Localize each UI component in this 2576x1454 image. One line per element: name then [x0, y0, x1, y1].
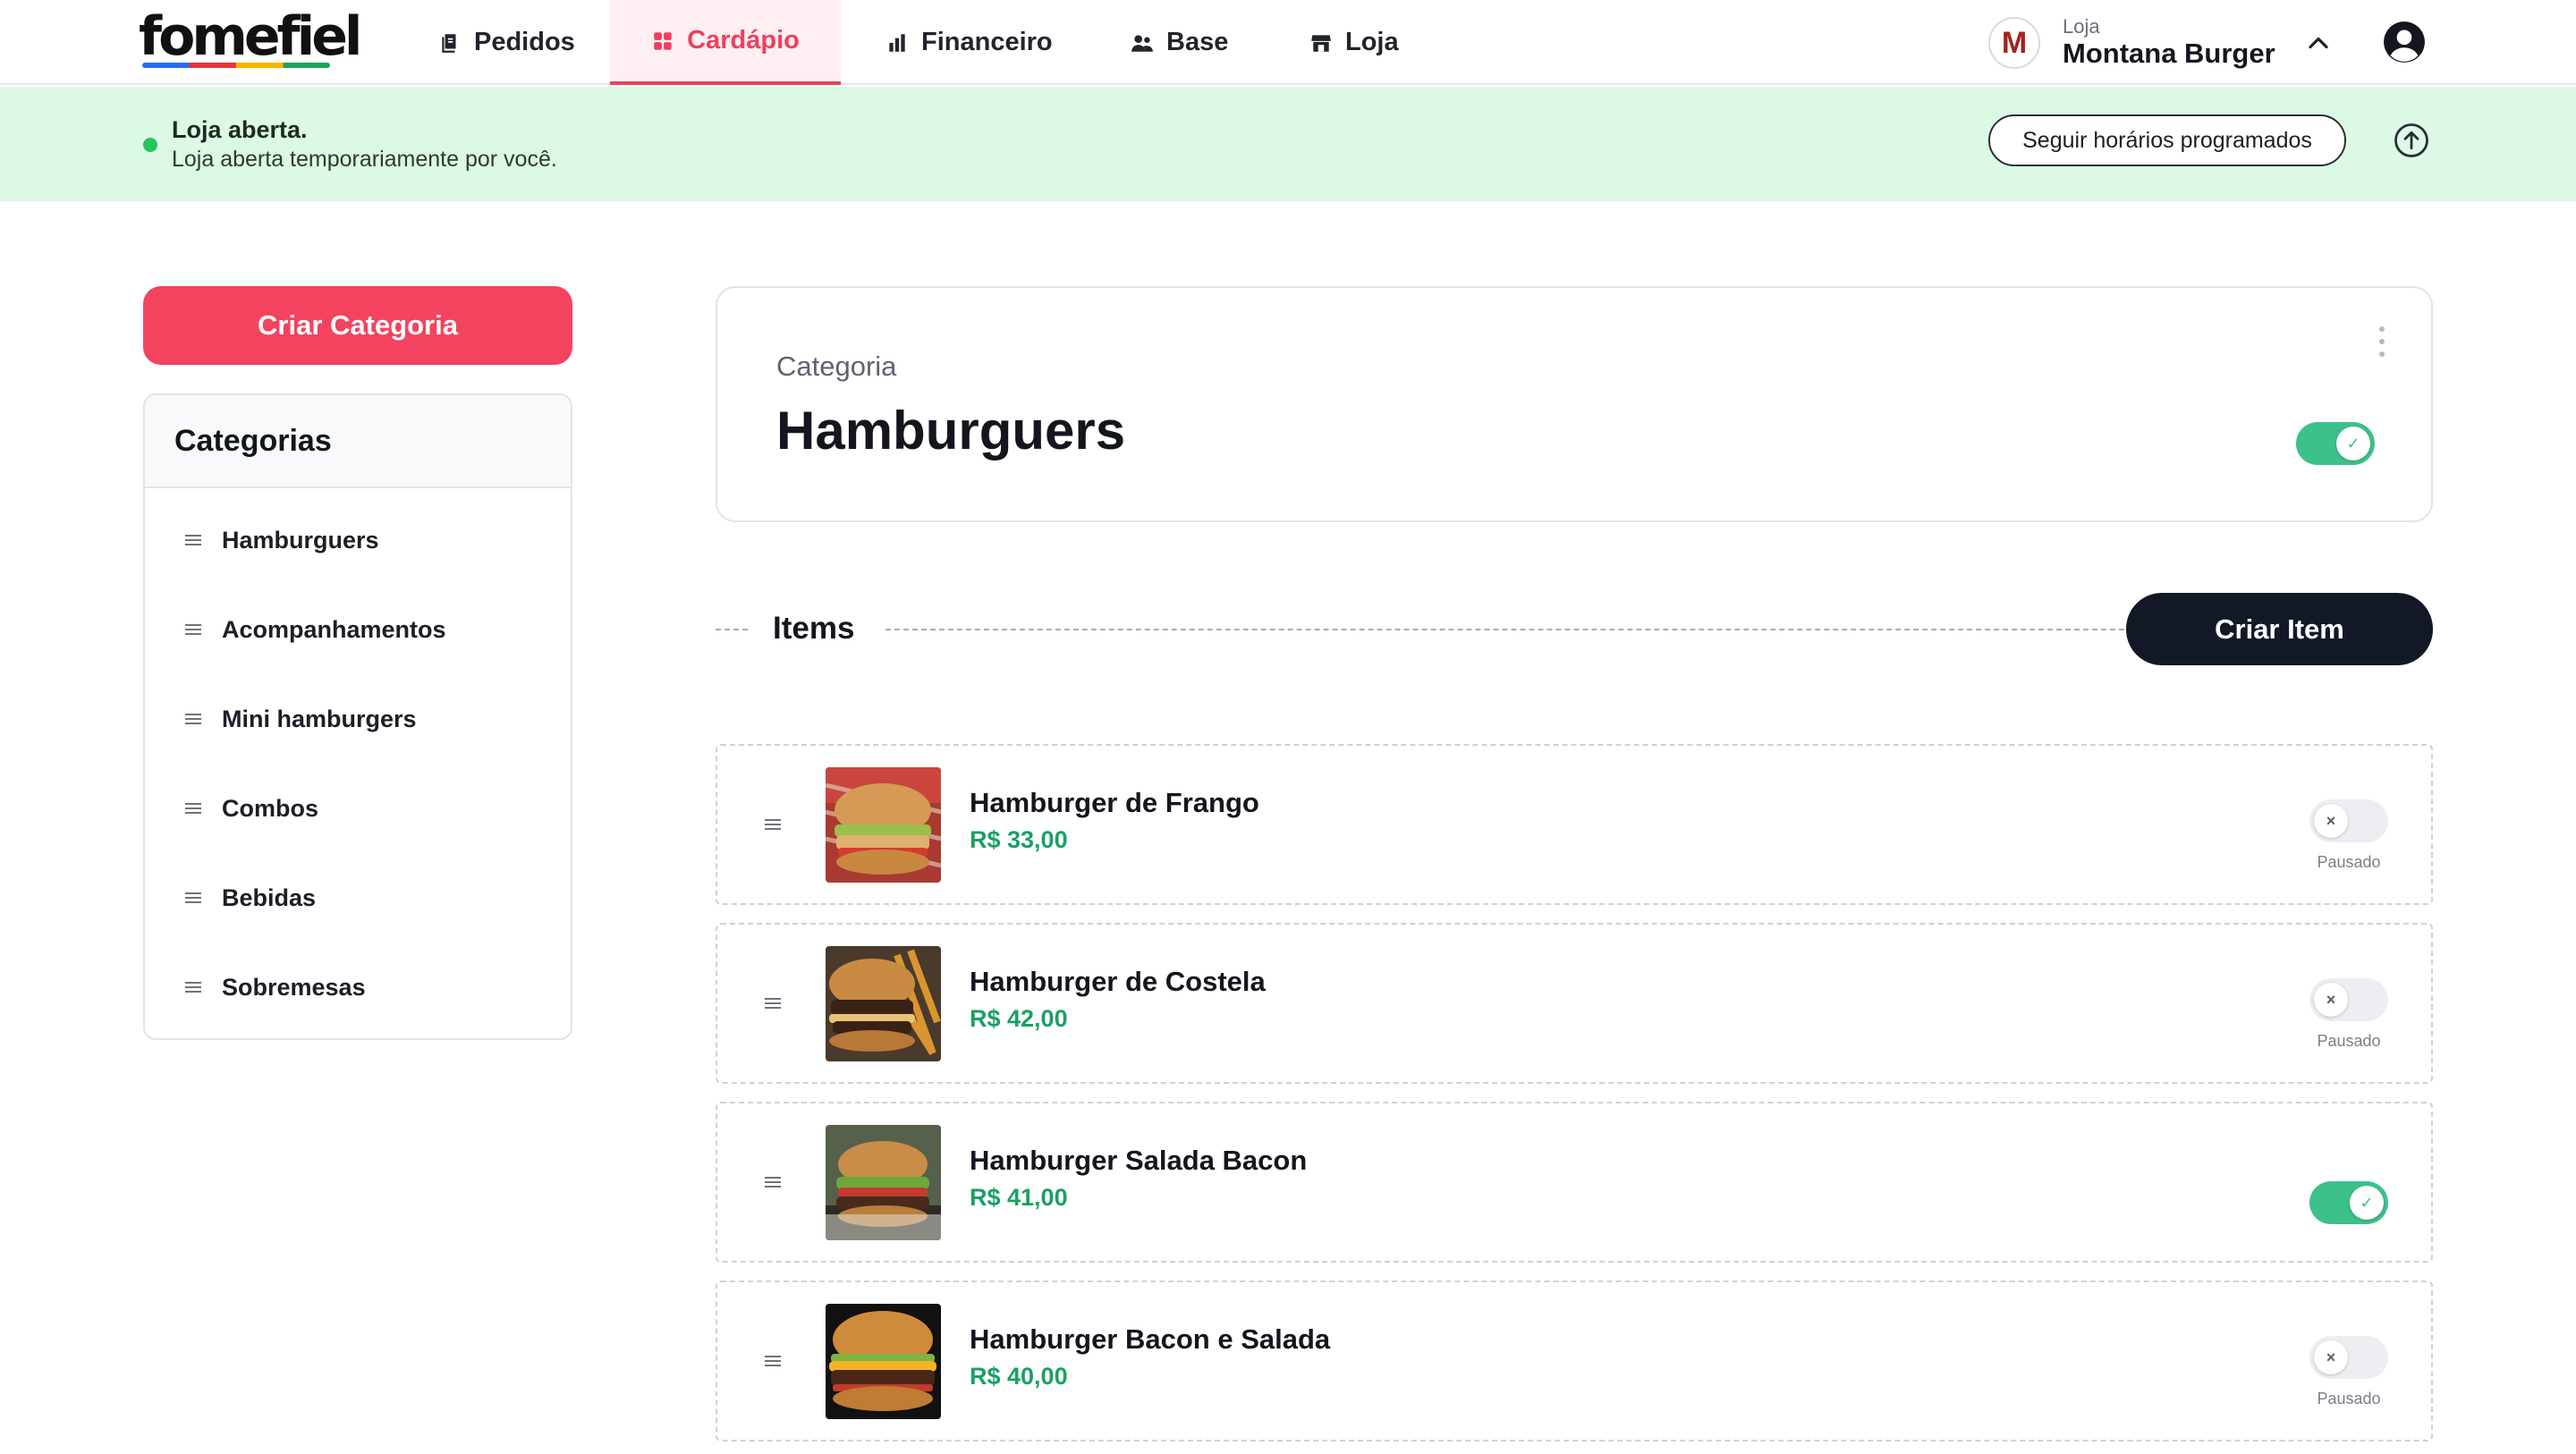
users-icon [1131, 34, 1153, 52]
item-photo [826, 946, 941, 1061]
category-enabled-toggle[interactable]: ✓ [2296, 422, 2375, 465]
category-item[interactable]: Bebidas [184, 880, 316, 916]
check-icon: ✓ [2350, 1186, 2384, 1220]
nav-item-financeiro[interactable]: Financeiro [886, 0, 1055, 85]
bar-chart-icon [889, 33, 905, 52]
item-price: R$ 40,00 [970, 1363, 1068, 1390]
logo-text: fomefiel [139, 5, 362, 68]
items-section-title: Items [773, 611, 855, 646]
item-name: Hamburger Salada Bacon [970, 1145, 1308, 1176]
drag-handle-icon[interactable] [184, 801, 202, 816]
item-enabled-toggle[interactable]: ✓ [2309, 1181, 2388, 1224]
item-photo [826, 767, 941, 883]
category-item[interactable]: Hamburguers [184, 522, 379, 558]
category-card: Categoria Hamburguers ✓ [716, 286, 2433, 522]
items-divider-left [716, 629, 748, 630]
category-card-title: Hamburguers [776, 401, 1126, 461]
item-photo [826, 1304, 941, 1419]
create-item-button[interactable]: Criar Item [2126, 593, 2433, 665]
status-dot [143, 138, 157, 152]
nav-item-cardapio[interactable]: Cardápio [610, 0, 841, 85]
drag-handle-icon[interactable] [184, 712, 202, 726]
item-row[interactable]: Hamburger Salada Bacon R$ 41,00 ✓ [716, 1102, 2433, 1263]
categories-header: Categorias [145, 395, 571, 488]
check-icon: ✓ [2336, 427, 2370, 461]
category-card-label: Categoria [776, 351, 897, 382]
nav-label: Base [1166, 28, 1229, 56]
item-status-label: Pausado [2317, 853, 2381, 871]
store-selector[interactable]: M Loja Montana Burger [1988, 16, 2275, 70]
category-item[interactable]: Combos [184, 790, 318, 826]
item-enabled-toggle[interactable]: × [2309, 799, 2388, 842]
nav-label: Pedidos [474, 28, 575, 56]
item-price: R$ 42,00 [970, 1005, 1068, 1032]
category-label: Hamburguers [222, 526, 379, 554]
item-row[interactable]: Hamburger Bacon e Salada R$ 40,00 × Paus… [716, 1281, 2433, 1441]
item-name: Hamburger de Costela [970, 966, 1266, 997]
item-enabled-toggle[interactable]: × [2309, 1336, 2388, 1379]
drag-handle-icon[interactable] [184, 980, 202, 994]
drag-handle-icon[interactable] [764, 1175, 782, 1189]
items-divider [886, 629, 2124, 630]
menu-grid-icon [654, 31, 672, 50]
create-category-button[interactable]: Criar Categoria [143, 286, 572, 365]
category-item[interactable]: Acompanhamentos [184, 612, 446, 647]
drag-handle-icon[interactable] [184, 622, 202, 637]
item-price: R$ 41,00 [970, 1184, 1068, 1211]
store-name: Montana Burger [2063, 38, 2275, 69]
category-label: Sobremesas [222, 973, 366, 1001]
fomefiel-logo[interactable]: fomefiel [139, 5, 362, 68]
category-label: Bebidas [222, 883, 317, 911]
top-nav: fomefiel Pedidos Cardápio Financeiro Bas… [0, 0, 2576, 85]
close-icon: × [2314, 804, 2348, 838]
store-text: Loja Montana Burger [2063, 16, 2275, 70]
item-status-label: Pausado [2317, 1390, 2381, 1408]
store-icon [1311, 34, 1331, 52]
item-photo [826, 1125, 941, 1240]
drag-handle-icon[interactable] [764, 1354, 782, 1368]
category-item[interactable]: Sobremesas [184, 969, 366, 1005]
item-price: R$ 33,00 [970, 826, 1068, 853]
follow-schedule-button[interactable]: Seguir horários programados [1988, 114, 2346, 166]
nav-item-base[interactable]: Base [1131, 0, 1229, 85]
banner-subtitle: Loja aberta temporariamente por você. [172, 147, 557, 172]
user-account-icon[interactable] [2382, 20, 2427, 64]
category-label: Combos [222, 794, 318, 822]
drag-handle-icon[interactable] [764, 817, 782, 832]
chevron-up-icon[interactable] [2302, 27, 2334, 59]
item-enabled-toggle[interactable]: × [2309, 978, 2388, 1021]
drag-handle-icon[interactable] [184, 891, 202, 905]
nav-label: Loja [1345, 28, 1399, 56]
item-row[interactable]: Hamburger de Costela R$ 42,00 × Pausado [716, 923, 2433, 1084]
nav-label: Financeiro [921, 28, 1053, 56]
item-name: Hamburger Bacon e Salada [970, 1323, 1331, 1355]
nav-label: Cardápio [687, 26, 800, 55]
category-item[interactable]: Mini hamburgers [184, 701, 417, 737]
store-caption: Loja [2063, 15, 2100, 38]
store-avatar: M [1988, 17, 2040, 69]
orders-icon [442, 33, 456, 53]
banner-title: Loja aberta. [172, 116, 308, 143]
logo-underline [142, 63, 330, 68]
store-status-banner: Loja aberta. Loja aberta temporariamente… [0, 87, 2576, 201]
arrow-up-circle-icon[interactable] [2393, 122, 2430, 159]
nav-item-pedidos[interactable]: Pedidos [438, 0, 581, 85]
drag-handle-icon[interactable] [764, 996, 782, 1010]
item-status-label: Pausado [2317, 1032, 2381, 1050]
close-icon: × [2314, 1340, 2348, 1374]
category-label: Acompanhamentos [222, 615, 446, 643]
drag-handle-icon[interactable] [184, 533, 202, 547]
nav-item-loja[interactable]: Loja [1309, 0, 1408, 85]
category-label: Mini hamburgers [222, 705, 417, 732]
categories-panel: Categorias Hamburguers Acompanhamentos M… [143, 393, 572, 1040]
more-options-icon[interactable] [2377, 324, 2387, 359]
close-icon: × [2314, 983, 2348, 1017]
item-row[interactable]: Hamburger de Frango R$ 33,00 × Pausado [716, 744, 2433, 905]
item-name: Hamburger de Frango [970, 787, 1259, 818]
